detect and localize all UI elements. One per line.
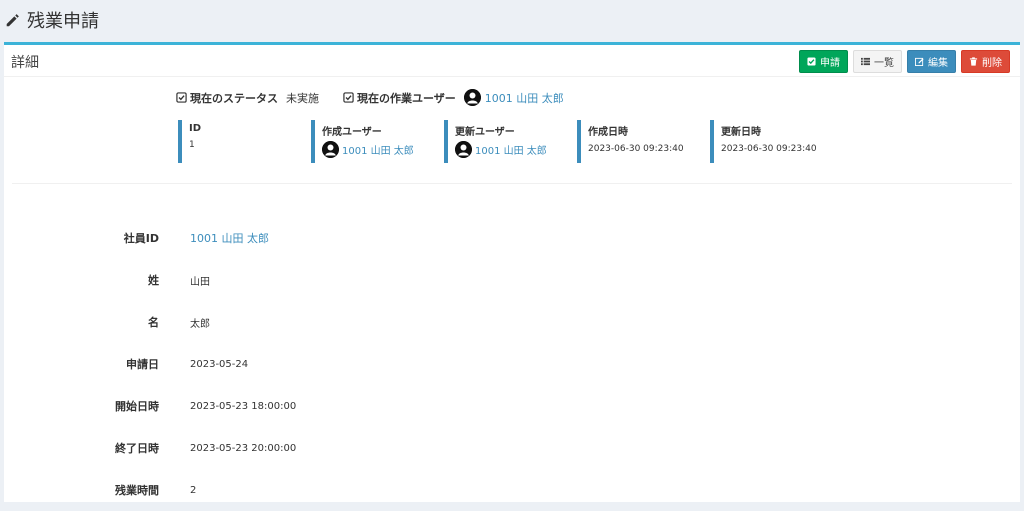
detail-row-employee-id: 社員ID 1001 山田 太郎: [4, 217, 296, 259]
detail-row-end-datetime: 終了日時 2023-05-23 20:00:00: [4, 427, 296, 469]
meta-updated-by-link[interactable]: 1001 山田 太郎: [455, 141, 577, 158]
meta-updated-at-label: 更新日時: [721, 127, 761, 138]
delete-button[interactable]: 削除: [961, 50, 1010, 73]
apply-button[interactable]: 申請: [799, 50, 848, 73]
edit-icon: [915, 57, 924, 66]
detail-value: 太郎: [190, 318, 210, 330]
detail-value: 2: [190, 484, 197, 496]
detail-row-first-name: 名 太郎: [4, 301, 296, 343]
user-avatar-icon: [463, 89, 481, 106]
detail-label: 開始日時: [115, 400, 159, 413]
detail-label: 姓: [148, 274, 159, 287]
list-button[interactable]: 一覧: [853, 50, 902, 73]
detail-label: 名: [148, 316, 159, 329]
apply-button-label: 申請: [820, 58, 840, 69]
meta-updated-at: 更新日時 2023-06-30 09:23:40: [710, 120, 843, 163]
meta-created-by-label: 作成ユーザー: [322, 127, 382, 138]
meta-created-at-label: 作成日時: [588, 127, 628, 138]
detail-row-apply-date: 申請日 2023-05-24: [4, 343, 296, 385]
edit-button-label: 編集: [928, 58, 948, 69]
detail-value: 2023-05-23 18:00:00: [190, 400, 297, 412]
page-title: 残業申請: [27, 11, 99, 32]
check-square-icon: [176, 92, 187, 103]
meta-updated-by-value: 1001 山田 太郎: [475, 146, 547, 157]
detail-value: 2023-05-23 20:00:00: [190, 442, 297, 454]
meta-id-value: 1: [189, 140, 195, 150]
meta-updated-by: 更新ユーザー 1001 山田 太郎: [444, 120, 577, 163]
meta-row: ID 1 作成ユーザー 1001 山田 太郎 更新ユーザー 1001 山田 太郎…: [178, 120, 843, 163]
current-worker: 現在の作業ユーザー 1001 山田 太郎: [343, 89, 564, 106]
detail-label: 残業時間: [115, 484, 159, 497]
list-icon: [861, 57, 870, 66]
detail-label: 終了日時: [115, 442, 159, 455]
check-square-icon: [807, 57, 816, 66]
delete-button-label: 削除: [982, 58, 1002, 69]
box-title: 詳細: [11, 55, 39, 71]
detail-row-overtime-hours: 残業時間 2: [4, 469, 296, 511]
detail-label: 社員ID: [123, 232, 159, 245]
divider: [12, 183, 1012, 184]
detail-row-start-datetime: 開始日時 2023-05-23 18:00:00: [4, 385, 296, 427]
meta-created-by-value: 1001 山田 太郎: [342, 146, 414, 157]
meta-id-label: ID: [189, 123, 202, 134]
list-button-label: 一覧: [874, 58, 894, 69]
edit-button[interactable]: 編集: [907, 50, 956, 73]
detail-box: 詳細 申請 一覧 編集 削除 現在のステータス 未実施 現在の作業ユーザー 10…: [4, 42, 1020, 502]
current-worker-label: 現在の作業ユーザー: [357, 91, 456, 105]
meta-updated-by-label: 更新ユーザー: [455, 127, 515, 138]
box-tools: 申請 一覧 編集 削除: [799, 50, 1010, 73]
page-header: 残業申請: [0, 0, 1024, 40]
detail-label: 申請日: [126, 358, 159, 371]
meta-updated-at-value: 2023-06-30 09:23:40: [721, 144, 817, 154]
meta-created-by-link[interactable]: 1001 山田 太郎: [322, 141, 444, 158]
detail-value: 山田: [190, 276, 210, 288]
detail-list: 社員ID 1001 山田 太郎 姓 山田 名 太郎 申請日 2023-05-24…: [4, 217, 296, 511]
current-status-label: 現在のステータス: [190, 91, 278, 105]
check-square-icon: [343, 92, 354, 103]
pencil-icon: [6, 14, 19, 27]
meta-created-at-value: 2023-06-30 09:23:40: [588, 144, 684, 154]
meta-id: ID 1: [178, 120, 311, 163]
user-avatar-icon: [455, 141, 472, 158]
meta-created-by: 作成ユーザー 1001 山田 太郎: [311, 120, 444, 163]
box-header: 詳細 申請 一覧 編集 削除: [4, 45, 1020, 77]
meta-created-at: 作成日時 2023-06-30 09:23:40: [577, 120, 710, 163]
current-worker-value: 1001 山田 太郎: [484, 91, 564, 105]
current-status: 現在のステータス 未実施: [176, 90, 319, 106]
employee-id-link[interactable]: 1001 山田 太郎: [190, 230, 269, 246]
detail-row-last-name: 姓 山田: [4, 259, 296, 301]
current-status-value: 未実施: [286, 91, 319, 105]
user-avatar-icon: [322, 141, 339, 158]
detail-value: 2023-05-24: [190, 358, 249, 370]
status-row: 現在のステータス 未実施 現在の作業ユーザー 1001 山田 太郎: [176, 89, 574, 106]
current-worker-link[interactable]: 1001 山田 太郎: [463, 89, 564, 106]
trash-icon: [969, 57, 978, 66]
